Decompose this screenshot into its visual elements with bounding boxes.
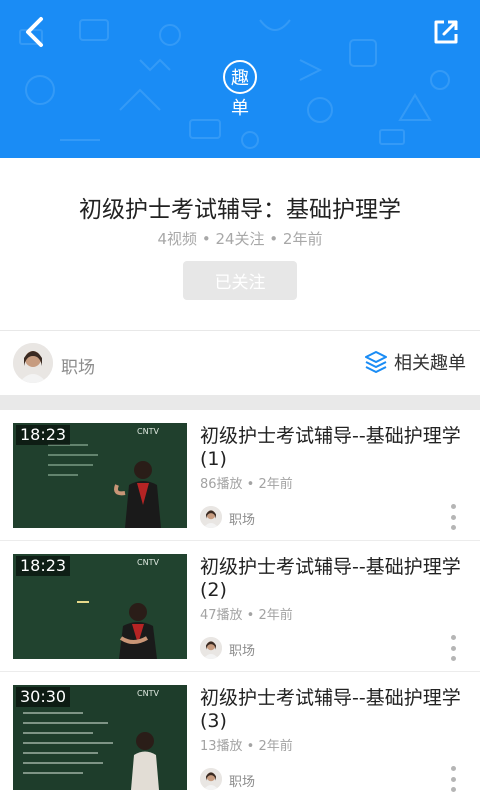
video-title[interactable]: 初级护士考试辅导--基础护理学 (2) bbox=[200, 556, 470, 602]
playlist-badge: 趣 bbox=[223, 60, 257, 94]
more-dot-icon bbox=[450, 514, 456, 520]
share-external-icon bbox=[434, 20, 458, 44]
svg-text:CNTV: CNTV bbox=[137, 558, 159, 567]
author-row: 职场 相关趣单 bbox=[0, 331, 480, 395]
more-dot-icon bbox=[450, 776, 456, 782]
person-avatar-icon bbox=[13, 343, 53, 383]
playlist-header: 趣 单 bbox=[0, 0, 480, 158]
video-author-avatar[interactable] bbox=[200, 637, 222, 659]
video-duration: 18:23 bbox=[16, 556, 71, 576]
more-dot-icon bbox=[450, 787, 456, 792]
section-separator bbox=[0, 395, 480, 410]
back-button[interactable] bbox=[14, 12, 54, 52]
video-meta: 47播放 • 2年前 bbox=[200, 608, 293, 623]
layers-icon bbox=[365, 351, 387, 373]
person-avatar-icon bbox=[200, 637, 222, 659]
video-title[interactable]: 初级护士考试辅导--基础护理学 (3) bbox=[200, 687, 470, 733]
back-arrow-icon bbox=[26, 17, 43, 47]
author-avatar[interactable] bbox=[13, 343, 53, 383]
more-dot-icon bbox=[450, 635, 456, 640]
more-dot-icon bbox=[450, 525, 456, 530]
more-dot-icon bbox=[450, 656, 456, 661]
more-dot-icon bbox=[450, 766, 456, 771]
video-title[interactable]: 初级护士考试辅导--基础护理学 (1) bbox=[200, 425, 470, 471]
video-thumbnail[interactable]: CNTV 18:23 bbox=[13, 423, 187, 528]
video-duration: 30:30 bbox=[16, 687, 71, 707]
playlist-badge-label: 单 bbox=[231, 98, 249, 119]
video-list: CNTV 18:23 初级护士考试辅导--基础护理学 (1) 86播放 • 2年… bbox=[0, 410, 480, 800]
video-list-item[interactable]: CNTV 18:23 初级护士考试辅导--基础护理学 (2) 47播放 • 2年… bbox=[0, 541, 480, 672]
related-playlists-label: 相关趣单 bbox=[394, 353, 466, 374]
playlist-title: 初级护士考试辅导：基础护理学 bbox=[79, 197, 401, 223]
video-thumbnail[interactable]: CNTV 18:23 bbox=[13, 554, 187, 659]
more-dot-icon bbox=[450, 645, 456, 651]
more-options-button[interactable] bbox=[446, 504, 460, 530]
video-author-avatar[interactable] bbox=[200, 768, 222, 790]
more-dot-icon bbox=[450, 504, 456, 509]
video-author-name[interactable]: 职场 bbox=[229, 640, 255, 659]
video-list-item[interactable]: CNTV 30:30 初级护士考试辅导--基础护理学 (3) 13播放 • 2年… bbox=[0, 672, 480, 800]
related-playlists-button[interactable]: 相关趣单 bbox=[364, 349, 466, 375]
video-meta: 86播放 • 2年前 bbox=[200, 477, 293, 492]
more-options-button[interactable] bbox=[446, 766, 460, 792]
video-meta: 13播放 • 2年前 bbox=[200, 739, 293, 754]
follow-button[interactable]: 已关注 bbox=[183, 261, 297, 300]
svg-text:CNTV: CNTV bbox=[137, 427, 159, 436]
video-list-item[interactable]: CNTV 18:23 初级护士考试辅导--基础护理学 (1) 86播放 • 2年… bbox=[0, 410, 480, 541]
author-name[interactable]: 职场 bbox=[61, 353, 95, 378]
video-author-name[interactable]: 职场 bbox=[229, 509, 255, 528]
svg-text:CNTV: CNTV bbox=[137, 689, 159, 698]
more-options-button[interactable] bbox=[446, 635, 460, 661]
video-duration: 18:23 bbox=[16, 425, 71, 445]
video-thumbnail[interactable]: CNTV 30:30 bbox=[13, 685, 187, 790]
video-author-avatar[interactable] bbox=[200, 506, 222, 528]
person-avatar-icon bbox=[200, 506, 222, 528]
video-author-name[interactable]: 职场 bbox=[229, 771, 255, 790]
person-avatar-icon bbox=[200, 768, 222, 790]
playlist-meta: 4视频 • 24关注 • 2年前 bbox=[157, 230, 323, 248]
share-button[interactable] bbox=[426, 12, 466, 52]
